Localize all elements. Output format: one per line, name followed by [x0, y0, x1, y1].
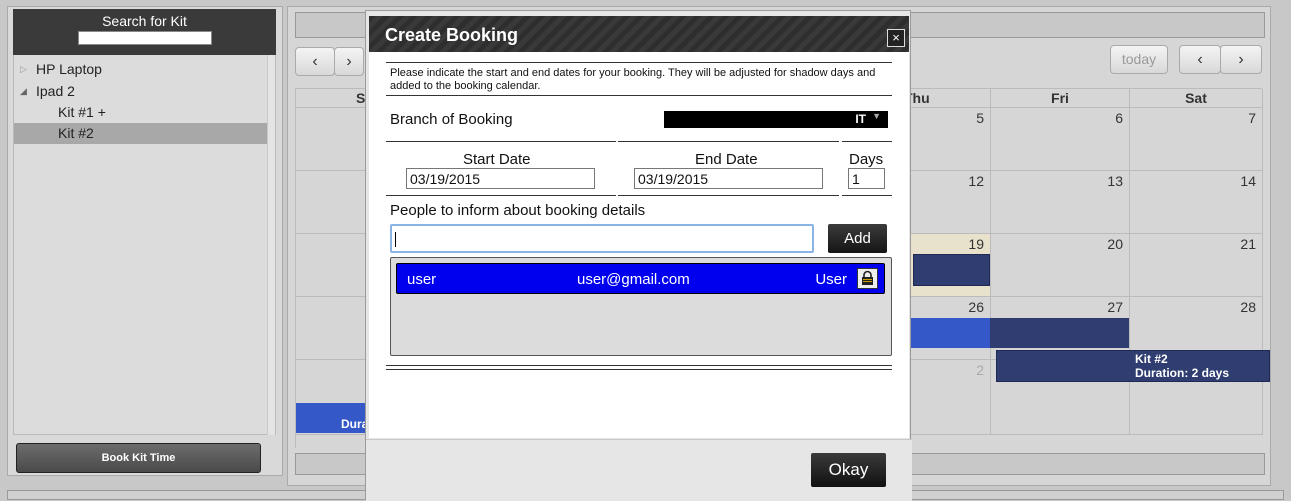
- next-button[interactable]: ›: [334, 47, 364, 76]
- divider: [386, 62, 892, 63]
- branch-select[interactable]: IT ▼: [664, 111, 888, 128]
- prev-button[interactable]: ‹: [295, 47, 335, 76]
- divider: [842, 141, 892, 142]
- divider: [386, 141, 616, 142]
- text-caret: [395, 232, 396, 247]
- people-search-input[interactable]: [390, 224, 814, 253]
- start-date-label: Start Date: [463, 151, 531, 168]
- chevron-right-icon: ›: [346, 53, 352, 70]
- end-date-label: End Date: [695, 151, 758, 168]
- prev-month-button[interactable]: ‹: [1179, 45, 1221, 74]
- start-date-input[interactable]: [406, 168, 595, 189]
- close-icon[interactable]: ×: [887, 29, 905, 47]
- people-label: People to inform about booking details: [390, 202, 646, 219]
- person-role: User: [815, 271, 847, 288]
- event-title: Kit #2: [1135, 352, 1168, 366]
- tree-item-hp-laptop[interactable]: ▷ HP Laptop: [14, 59, 269, 80]
- days-input[interactable]: [848, 168, 885, 189]
- tree-item-ipad-2[interactable]: ◢ Ipad 2: [14, 81, 269, 102]
- okay-button[interactable]: Okay: [811, 453, 886, 487]
- divider: [386, 365, 892, 366]
- create-booking-dialog: Create Booking × Please indicate the sta…: [365, 10, 912, 501]
- dialog-title: Create Booking: [385, 25, 519, 45]
- day-header-fri: Fri: [991, 89, 1130, 108]
- search-title: Search for Kit: [102, 13, 187, 29]
- day-cell[interactable]: 14: [1130, 171, 1263, 234]
- days-label: Days: [849, 151, 884, 168]
- tree-item-label: Kit #1 +: [58, 104, 106, 120]
- dialog-footer: Okay: [366, 439, 912, 501]
- kit-search-input[interactable]: [77, 31, 212, 45]
- book-kit-time-button[interactable]: Book Kit Time: [16, 443, 261, 473]
- intro-text: Please indicate the start and end dates …: [390, 67, 876, 92]
- add-person-button[interactable]: Add: [828, 224, 887, 253]
- dialog-body: Please indicate the start and end dates …: [369, 52, 909, 438]
- today-button[interactable]: today: [1110, 45, 1168, 74]
- event-duration: Duration: 2 days: [1135, 366, 1230, 380]
- people-list: user user@gmail.com User: [390, 257, 892, 356]
- collapse-arrow-icon[interactable]: ◢: [20, 81, 27, 102]
- lock-icon[interactable]: [857, 268, 878, 289]
- chevron-right-icon: ›: [1238, 51, 1244, 68]
- next-month-button[interactable]: ›: [1220, 45, 1262, 74]
- day-cell[interactable]: 13: [991, 171, 1130, 234]
- expand-arrow-icon[interactable]: ▷: [20, 59, 27, 80]
- branch-label: Branch of Booking: [390, 111, 513, 128]
- chevron-down-icon: ▼: [872, 111, 881, 121]
- tree-item-kit-1[interactable]: Kit #1 +: [14, 102, 269, 123]
- tree-scrollbar[interactable]: [267, 55, 275, 435]
- tree-item-label: HP Laptop: [36, 61, 102, 77]
- event-kit-2[interactable]: Kit #2 Duration: 2 days: [996, 350, 1270, 382]
- divider: [618, 195, 839, 196]
- chevron-left-icon: ‹: [312, 53, 318, 70]
- tree-item-label: Kit #2: [58, 125, 94, 141]
- chevron-left-icon: ‹: [1197, 51, 1203, 68]
- event-bar[interactable]: [990, 318, 1129, 348]
- kit-sidebar: Search for Kit ▷ HP Laptop ◢ Ipad 2 Kit …: [7, 6, 283, 476]
- divider: [386, 195, 616, 196]
- divider: [386, 369, 892, 370]
- day-cell[interactable]: 6: [991, 108, 1130, 171]
- kit-search-header: Search for Kit: [13, 9, 276, 56]
- day-cell[interactable]: 20: [991, 234, 1130, 297]
- person-name: user: [407, 271, 437, 288]
- divider: [386, 95, 892, 96]
- divider: [618, 141, 839, 142]
- day-header-sat: Sat: [1130, 89, 1263, 108]
- branch-value: IT: [855, 112, 866, 126]
- event-bar[interactable]: [906, 318, 990, 348]
- event-bar[interactable]: [913, 254, 990, 286]
- dialog-title-bar[interactable]: Create Booking ×: [369, 16, 909, 52]
- person-email: user@gmail.com: [577, 271, 690, 288]
- kit-tree: ▷ HP Laptop ◢ Ipad 2 Kit #1 + Kit #2: [13, 55, 276, 435]
- tree-item-label: Ipad 2: [36, 83, 75, 99]
- day-cell[interactable]: 21: [1130, 234, 1263, 297]
- end-date-input[interactable]: [634, 168, 823, 189]
- person-row[interactable]: user user@gmail.com User: [396, 263, 885, 294]
- day-cell[interactable]: 7: [1130, 108, 1263, 171]
- tree-item-kit-2[interactable]: Kit #2: [14, 123, 269, 144]
- divider: [842, 195, 892, 196]
